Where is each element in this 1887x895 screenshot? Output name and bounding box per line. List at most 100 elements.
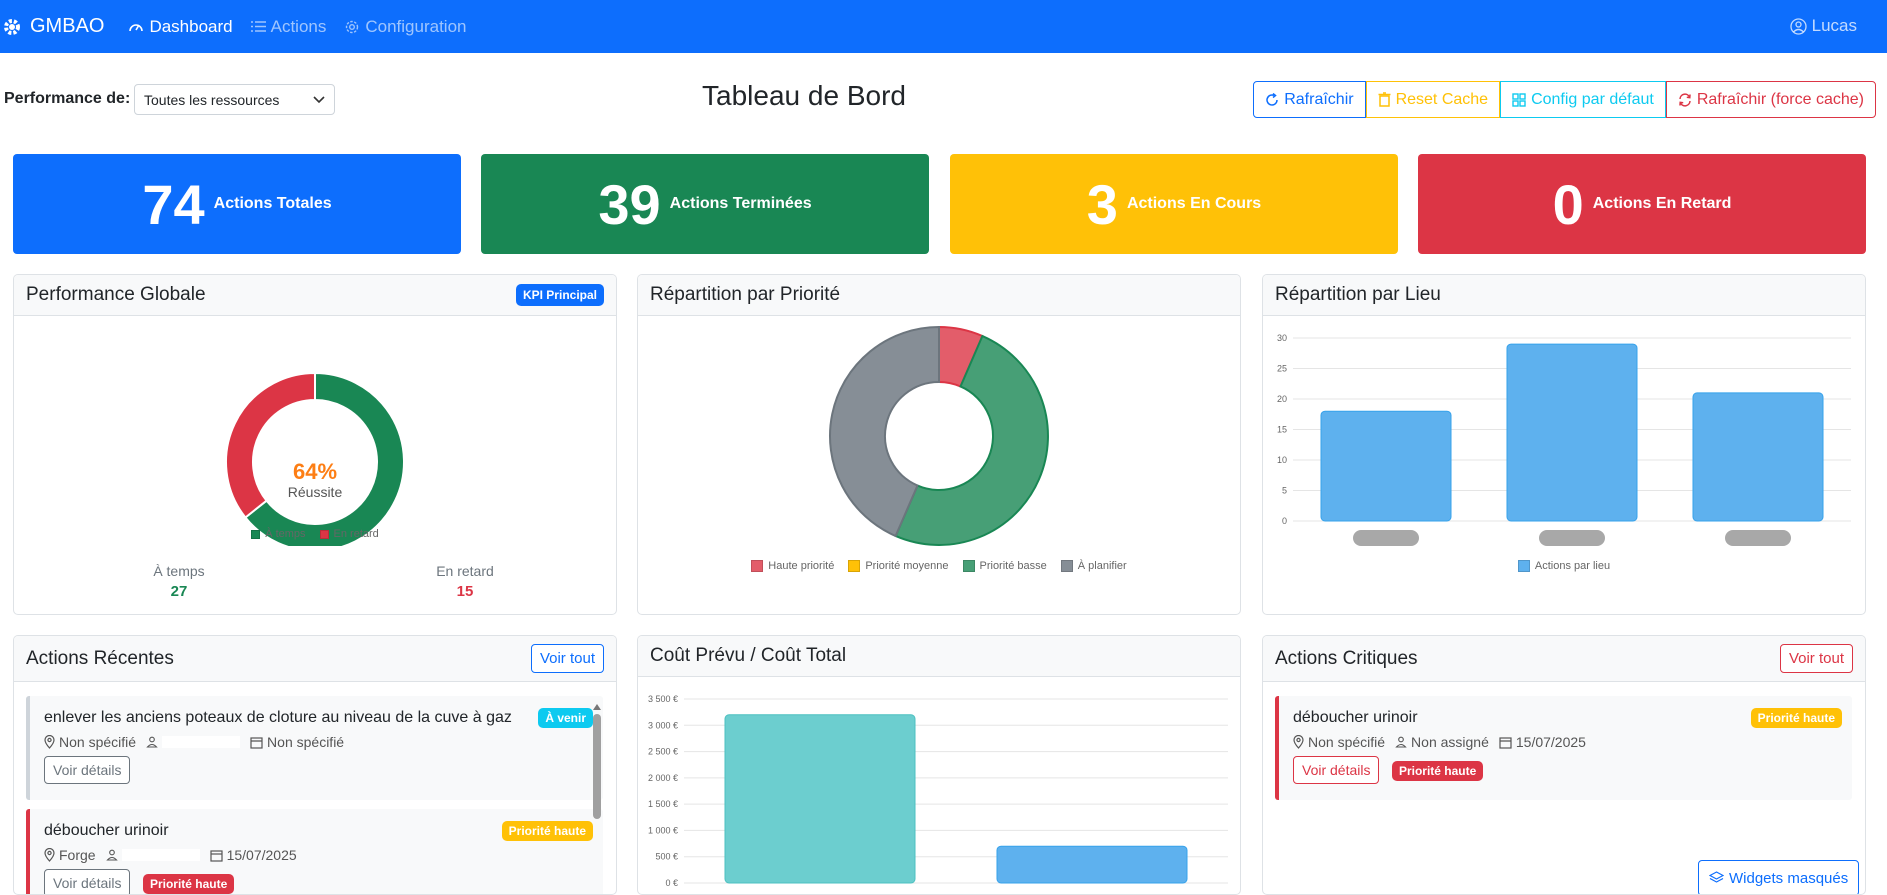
on-time-summary: À temps 27 (114, 563, 244, 600)
card-header: Actions Critiques Voir tout (1263, 636, 1865, 682)
critical-actions-card: Actions Critiques Voir tout déboucher ur… (1262, 635, 1866, 895)
user-menu[interactable]: Lucas (1789, 16, 1857, 36)
bar (1320, 410, 1452, 522)
card-header: Répartition par Priorité (638, 275, 1240, 316)
calendar-icon (250, 736, 263, 749)
layers-icon (1709, 871, 1724, 883)
legend-swatch (1060, 560, 1073, 572)
card-header: Performance Globale KPI Principal (14, 275, 616, 316)
bar (996, 845, 1188, 884)
stat-completed-actions: 39 Actions Terminées (481, 154, 929, 254)
donut-center-percent: 64% (293, 459, 337, 484)
action-date: 15/07/2025 (1515, 734, 1586, 750)
view-details-button[interactable]: Voir détails (1293, 756, 1380, 784)
stat-label: Actions Totales (213, 195, 332, 212)
force-refresh-button[interactable]: Rafraîchir (force cache) (1665, 81, 1876, 118)
late-label: En retard (436, 563, 494, 579)
legend-swatch (319, 529, 329, 539)
performance-label: Performance de: (4, 90, 131, 107)
stat-value: 74 (142, 172, 205, 236)
priority-card: Répartition par Priorité Haute priorité … (637, 274, 1241, 615)
y-tick-label: 5 (1282, 486, 1287, 496)
scroll-up-arrow[interactable] (592, 704, 601, 710)
card-title: Répartition par Lieu (1275, 284, 1441, 305)
hidden-widgets-button[interactable]: Widgets masqués (1698, 860, 1860, 894)
legend-item: Priorité moyenne (848, 560, 949, 572)
list-item[interactable]: déboucher urinoir Priorité haute Forge 1… (26, 809, 603, 894)
stat-value: 0 (1552, 172, 1584, 236)
action-meta: Forge 15/07/2025 (44, 847, 593, 863)
action-location: Non spécifié (59, 734, 137, 750)
card-title: Actions Critiques (1275, 647, 1418, 669)
on-time-label: À temps (153, 563, 205, 579)
legend-label: Haute priorité (768, 560, 835, 572)
y-tick-label: 3 000 € (648, 720, 678, 730)
legend-label: À planifier (1077, 560, 1127, 572)
chevron-down-icon (313, 95, 325, 103)
view-details-button[interactable]: Voir détails (44, 756, 131, 784)
priority-badge: Priorité haute (1391, 761, 1484, 781)
default-config-button[interactable]: Config par défaut (1500, 81, 1666, 118)
refresh-icon (1266, 92, 1278, 106)
nav-actions[interactable]: Actions (250, 17, 326, 37)
legend-label: Actions par lieu (1534, 560, 1611, 572)
x-tick-label-redacted (1539, 530, 1605, 546)
action-location: Non spécifié (1308, 734, 1386, 750)
user-name: Lucas (1811, 16, 1857, 35)
list-item-header: déboucher urinoir Priorité haute (1293, 708, 1842, 728)
y-tick-label: 3 500 € (648, 694, 678, 704)
person-icon (105, 849, 118, 861)
y-tick-label: 2 000 € (648, 773, 678, 783)
action-meta: Non spécifié Non spécifié (44, 734, 593, 750)
legend-swatch (848, 560, 861, 572)
stat-total-actions: 74 Actions Totales (13, 154, 461, 254)
y-tick-label: 1 500 € (648, 799, 678, 809)
refresh-label: Rafraîchir (1284, 90, 1354, 108)
action-meta: Non spécifié Non assigné 15/07/2025 (1293, 734, 1842, 750)
calendar-icon (209, 849, 223, 862)
brand[interactable]: GMBAO (2, 15, 104, 38)
performance-select[interactable]: Toutes les ressources (134, 84, 335, 115)
list-item[interactable]: déboucher urinoir Priorité haute Non spé… (1275, 696, 1852, 800)
legend-item: Priorité basse (962, 560, 1047, 572)
cost-bar-chart: 0 € 500 € 1 000 € 1 500 € 2 000 € 2 500 € 3 00… (648, 694, 1228, 887)
view-all-button[interactable]: Voir tout (1779, 644, 1853, 673)
legend-label: Priorité basse (979, 560, 1047, 572)
legend-item: Haute priorité (751, 560, 834, 572)
scrollbar[interactable] (592, 702, 601, 892)
y-tick-label: 0 (1282, 516, 1287, 526)
list-item-header: déboucher urinoir Priorité haute (44, 821, 593, 841)
y-tick-label: 20 (1277, 394, 1287, 404)
top-navbar: GMBAO Dashboard Actions Configuration Lu… (0, 0, 1887, 53)
default-config-label: Config par défaut (1531, 90, 1654, 108)
y-tick-label: 500 € (655, 852, 678, 862)
list-item[interactable]: enlever les anciens poteaux de cloture a… (26, 696, 603, 800)
force-refresh-label: Rafraîchir (force cache) (1696, 90, 1864, 108)
location-legend: Actions par lieu (1263, 560, 1865, 572)
gear-icon (4, 18, 20, 35)
brand-label: GMBAO (30, 15, 105, 37)
performance-donut-chart: 64% Réussite (225, 371, 405, 546)
priority-badge: Priorité haute (142, 874, 235, 894)
view-details-button[interactable]: Voir détails (44, 869, 131, 894)
legend-label: À temps (265, 528, 306, 540)
location-pin-icon (44, 735, 55, 749)
trash-icon (1378, 92, 1391, 107)
bar (1506, 343, 1638, 522)
nav-dashboard[interactable]: Dashboard (128, 17, 233, 37)
scrollbar-thumb[interactable] (592, 714, 601, 819)
refresh-button[interactable]: Rafraîchir (1253, 81, 1366, 118)
redacted-assignee (162, 736, 241, 748)
action-title: enlever les anciens poteaux de cloture a… (44, 709, 512, 726)
performance-select-value: Toutes les ressources (144, 91, 280, 108)
view-all-button[interactable]: Voir tout (530, 644, 604, 673)
priority-badge: Priorité haute (1750, 708, 1842, 728)
nav-configuration[interactable]: Configuration (344, 17, 467, 37)
y-tick-label: 25 (1277, 364, 1287, 374)
legend-swatch (751, 560, 764, 572)
reset-cache-button[interactable]: Reset Cache (1365, 81, 1501, 118)
kpi-badge: KPI Principal (515, 284, 604, 306)
performance-card: Performance Globale KPI Principal 64% Ré… (13, 274, 617, 615)
recent-actions-card: Actions Récentes Voir tout enlever les a… (13, 635, 617, 895)
donut-slices (829, 325, 1049, 546)
